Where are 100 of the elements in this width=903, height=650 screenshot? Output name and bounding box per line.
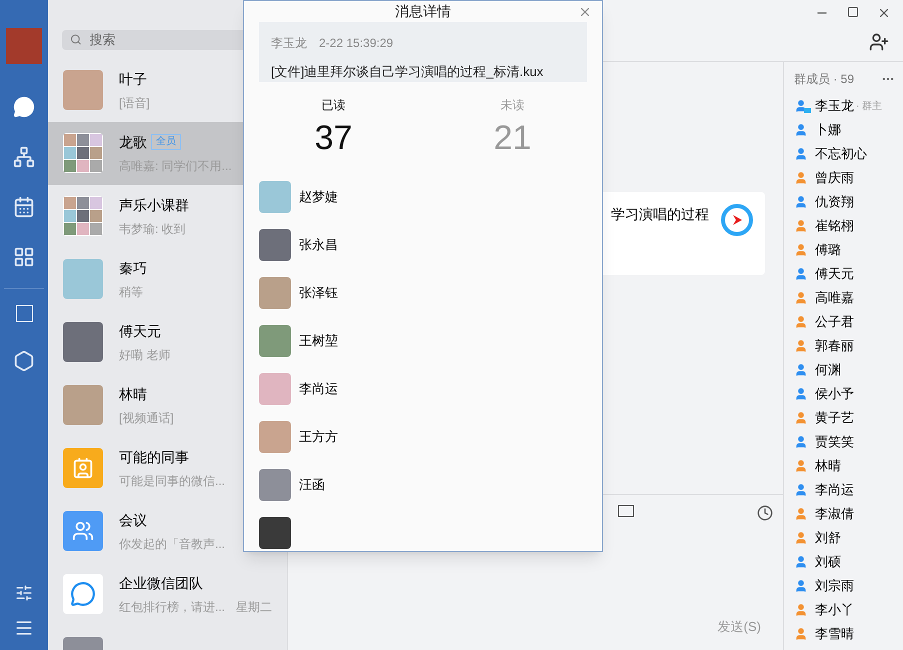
member-item[interactable]: 林晴 (794, 454, 895, 478)
group-avatar (63, 133, 103, 173)
chat-name: 声乐小课群 (119, 196, 189, 214)
calendar-icon[interactable] (13, 196, 35, 218)
photo-placeholder (63, 322, 103, 362)
chat-item[interactable]: 可能的同事 可能是同事的微信... (48, 436, 287, 500)
schedule-icon[interactable] (757, 505, 773, 521)
member-name: 李雪晴 (815, 625, 854, 644)
close-icon[interactable] (578, 5, 592, 19)
chat-preview: 可能是同事的微信... (119, 472, 226, 490)
photo-placeholder (259, 324, 291, 356)
photo-placeholder (259, 468, 291, 500)
member-item[interactable]: 曾庆雨 (794, 166, 895, 190)
chat-logo-avatar (63, 574, 103, 614)
chat-item[interactable]: 林晴 [视频通话] (48, 374, 287, 436)
chat-item[interactable]: 声乐小课群 韦梦瑜: 收到 (48, 184, 287, 248)
member-name: 傅璐 (815, 241, 841, 260)
photo-placeholder (259, 180, 291, 212)
member-name: 林晴 (815, 457, 841, 476)
org-chart-icon[interactable] (13, 146, 35, 168)
member-name: 李玉龙 (815, 97, 854, 116)
member-item[interactable]: 刘舒 (794, 526, 895, 550)
group-avatar (63, 196, 103, 236)
member-name: 卜娜 (815, 121, 841, 140)
member-name: 侯小予 (815, 385, 854, 404)
member-count-title: 群成员 · 59 (794, 71, 854, 88)
chat-item[interactable]: 企业微信团队 红包排行榜，请进... 星期二 (48, 562, 287, 626)
meeting-avatar (63, 511, 103, 551)
photo-placeholder (259, 372, 291, 404)
chat-preview: 好嘞 老师 (119, 346, 170, 364)
photo-placeholder (259, 276, 291, 308)
chat-icon[interactable] (13, 96, 35, 118)
member-name: 傅天元 (815, 265, 854, 284)
member-item[interactable]: 李尚运 (794, 478, 895, 502)
member-item[interactable]: 黄子艺 (794, 406, 895, 430)
member-item[interactable]: 刘宗雨 (794, 574, 895, 598)
chat-item[interactable]: 秦巧 稍等 (48, 248, 287, 310)
sender-name: 李玉龙 (271, 35, 307, 52)
chat-name: 可能的同事 (119, 448, 189, 466)
member-item[interactable]: 高唯嘉 (794, 286, 895, 310)
photo-placeholder (259, 420, 291, 452)
chat-name: 秦巧 (119, 258, 147, 278)
maximize-icon[interactable] (847, 6, 859, 18)
add-member-icon[interactable] (869, 32, 889, 52)
member-name: 黄子艺 (815, 409, 854, 428)
chat-item[interactable]: 傅天元 好嘞 老师 (48, 310, 287, 374)
member-item[interactable]: 李雪晴 (794, 622, 895, 646)
chat-name: 叶子 (119, 70, 147, 88)
chat-item[interactable]: 会议 你发起的「音教声... (48, 500, 287, 562)
member-item[interactable]: 何渊 (794, 358, 895, 382)
message-time: 2-22 15:39:29 (319, 35, 394, 52)
reader-name: 张泽钰 (299, 284, 338, 302)
member-name: 不忘初心 (815, 145, 867, 164)
member-item[interactable]: 不忘初心 (794, 142, 895, 166)
member-item[interactable]: 崔铭栩 (794, 214, 895, 238)
member-item[interactable]: 刘硕 (794, 550, 895, 574)
chat-name: 林晴 (119, 384, 147, 404)
reader-name: 张永昌 (299, 236, 338, 254)
member-item[interactable]: 郭春丽 (794, 334, 895, 358)
chat-name: 会议 (119, 510, 147, 530)
search-input[interactable]: 搜索 (90, 30, 265, 50)
member-name: 李淑倩 (815, 505, 854, 524)
member-item[interactable]: 李玉龙· 群主 (794, 94, 895, 118)
chat-preview: [视频通话] (119, 410, 174, 426)
close-icon[interactable] (877, 6, 891, 20)
member-item[interactable]: 李小丫 (794, 598, 895, 622)
reader-name: 王方方 (299, 428, 338, 446)
apps-icon[interactable] (13, 246, 35, 268)
member-name: 李尚运 (815, 481, 854, 500)
message-text: [文件]迪里拜尔谈自己学习演唱的过程_标清.kux (271, 63, 544, 81)
settings-icon[interactable] (15, 584, 33, 602)
member-name: 李小丫 (815, 601, 854, 620)
chat-name: 龙歌 (119, 132, 147, 152)
hexagon-icon[interactable] (13, 350, 35, 372)
chat-preview: 红包排行榜，请进... (119, 598, 226, 616)
member-name: 公子君 (815, 313, 854, 332)
reader-name: 汪函 (299, 476, 325, 494)
member-item[interactable]: 傅璐 (794, 238, 895, 262)
member-item[interactable]: 卜娜 (794, 118, 895, 142)
member-name: 刘舒 (815, 529, 841, 548)
photo-placeholder (63, 385, 103, 425)
member-item[interactable]: 傅天元 (794, 262, 895, 286)
photo-placeholder (63, 70, 103, 110)
member-name: 曾庆雨 (815, 169, 854, 188)
reader-name: 王树堃 (299, 332, 338, 350)
member-name: 贾笑笑 (815, 433, 854, 452)
member-name: 何渊 (815, 361, 841, 380)
photo-placeholder (259, 228, 291, 260)
member-item[interactable]: 公子君 (794, 310, 895, 334)
member-name: 刘硕 (815, 553, 841, 572)
reader-name: 赵梦婕 (299, 188, 338, 206)
member-item[interactable]: 仇资翔 (794, 190, 895, 214)
chat-preview: [语音] (119, 94, 150, 112)
reader-name: 李尚运 (299, 380, 338, 398)
all-members-tag: 全员 (151, 134, 181, 150)
member-item[interactable]: 侯小予 (794, 382, 895, 406)
member-item[interactable]: 李淑倩 (794, 502, 895, 526)
chat-name: 傅天元 (119, 322, 161, 340)
member-item[interactable]: 贾笑笑 (794, 430, 895, 454)
member-name: 高唯嘉 (815, 289, 854, 308)
